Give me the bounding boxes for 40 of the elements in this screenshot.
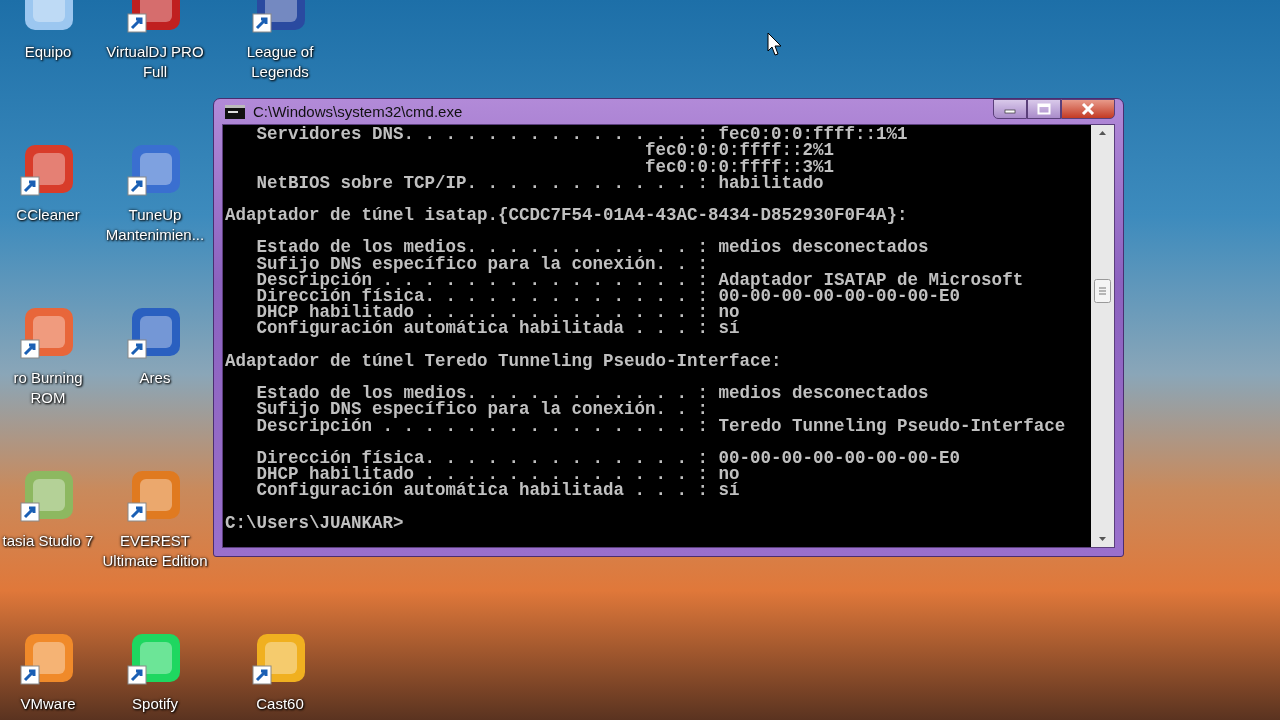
console-line: DHCP habilitado . . . . . . . . . . . . . : no bbox=[255, 466, 741, 483]
console-line: Configuración automática habilitada . . . : sí bbox=[255, 482, 741, 499]
scroll-thumb[interactable] bbox=[1094, 279, 1111, 304]
icon-label[interactable]: VMware bbox=[20, 694, 76, 714]
close-icon bbox=[1081, 103, 1095, 115]
icon-label[interactable]: TuneUp Mantenimien... bbox=[97, 205, 213, 245]
console-line: Dirección física. . . . . . . . . . . . . : 00-00-00-00-00-00-00-E0 bbox=[255, 288, 962, 305]
icon-label[interactable]: tasia Studio 7 bbox=[2, 531, 94, 551]
icon-label[interactable]: CCleaner bbox=[16, 205, 80, 225]
console-line: fec0:0:0:ffff::2%1 bbox=[644, 142, 836, 159]
console-line: Dirección física. . . . . . . . . . . . . : 00-00-00-00-00-00-00-E0 bbox=[255, 449, 962, 467]
mouse-pointer-icon bbox=[767, 32, 783, 57]
icon-label[interactable]: Equipo bbox=[24, 42, 72, 62]
icon-label[interactable]: EVEREST Ultimate Edition bbox=[97, 531, 213, 571]
icon-label[interactable]: League of Legends bbox=[222, 42, 338, 82]
maximize-button[interactable] bbox=[1027, 99, 1061, 119]
icon-label[interactable]: ro Burning ROM bbox=[0, 368, 96, 408]
console-line: DHCP habilitado . . . . . . . . . . . . . : no bbox=[255, 304, 741, 321]
console-line: NetBIOS sobre TCP/IP. . . . . . . . . . . : habilitado bbox=[255, 174, 825, 191]
icon-label[interactable]: Ares bbox=[139, 368, 171, 388]
console-line: Estado de los medios. . . . . . . . . . . : medios desconectados bbox=[255, 385, 930, 402]
console-app-icon bbox=[225, 104, 245, 119]
close-button[interactable] bbox=[1061, 99, 1115, 119]
console-line: Sufijo DNS específico para la conexión. . : bbox=[255, 401, 710, 418]
maximize-icon bbox=[1037, 103, 1051, 115]
icon-label[interactable]: VirtualDJ PRO Full bbox=[97, 42, 213, 82]
console-line: Estado de los medios. . . . . . . . . . . : medios desconectados bbox=[255, 239, 930, 256]
console-line: Configuración automática habilitada . . . : sí bbox=[255, 320, 741, 337]
console-line: Descripción . . . . . . . . . . . . . . . : Teredo Tunneling Pseudo-Interface bbox=[255, 417, 1067, 434]
scrollbar[interactable] bbox=[1091, 125, 1114, 547]
console-line: Sufijo DNS específico para la conexión. . : bbox=[255, 255, 710, 272]
console-line: C:\Users\JUANKAR> bbox=[225, 514, 405, 531]
console-line: Adaptador de túnel isatap.{CCDC7F54-01A4-43AC-8434-D852930F0F4A}: bbox=[225, 207, 909, 224]
icon-label[interactable]: Cast60 bbox=[256, 694, 304, 714]
console-line: Servidores DNS. . . . . . . . . . . . . . : fec0:0:0:ffff::1%1 bbox=[255, 126, 909, 143]
console-line: Adaptador de túnel Teredo Tunneling Pseudo-Interface: bbox=[225, 352, 783, 369]
window-title: C:\Windows\system32\cmd.exe bbox=[253, 103, 464, 121]
icon-label[interactable]: Spotify bbox=[132, 694, 178, 714]
console-line: fec0:0:0:ffff::3%1 bbox=[644, 158, 836, 175]
minimize-button[interactable] bbox=[993, 99, 1027, 119]
